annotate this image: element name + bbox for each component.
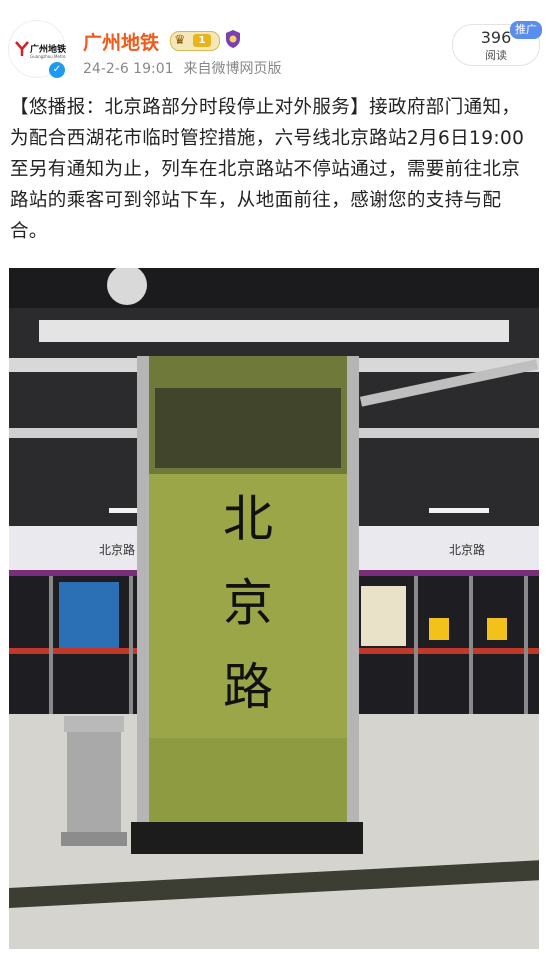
post-text: 【悠播报：北京路部分时段停止对外服务】接政府部门通知，为配合西湖花市临时管控措施… [10, 97, 525, 242]
pillar-char-2: 京 [223, 574, 273, 632]
pillar-char-3: 路 [223, 658, 273, 716]
promo-tag[interactable]: 推广 [510, 21, 542, 39]
post-time: 24-2-6 19:01 [83, 61, 174, 77]
metro-logo-icon [15, 41, 29, 56]
post-source: 来自微博网页版 [183, 61, 282, 77]
shield-badge-icon[interactable] [224, 29, 242, 49]
station-photo-illustration: 北京路 北京路 北 京 路 [9, 268, 539, 949]
crown-icon: ♛ [174, 33, 186, 48]
read-label: 阅读 [485, 49, 507, 62]
post-photo[interactable]: 北京路 北京路 北 京 路 [9, 268, 539, 949]
post-header: 广州地铁 Guangzhou Metro ✓ 广州地铁 ♛ 1 24-2-6 1… [0, 0, 546, 90]
post-meta: 24-2-6 19:01 来自微博网页版 [83, 58, 282, 78]
member-level-badge[interactable]: ♛ 1 [170, 31, 220, 51]
verified-icon: ✓ [47, 60, 67, 80]
sign-text-right: 北京路 [449, 542, 485, 557]
pillar-char-1: 北 [223, 490, 273, 548]
sign-text-left: 北京路 [99, 542, 135, 557]
account-name[interactable]: 广州地铁 [83, 28, 159, 55]
avatar-logo-subtext: Guangzhou Metro [30, 54, 66, 59]
level-number: 1 [193, 34, 211, 47]
